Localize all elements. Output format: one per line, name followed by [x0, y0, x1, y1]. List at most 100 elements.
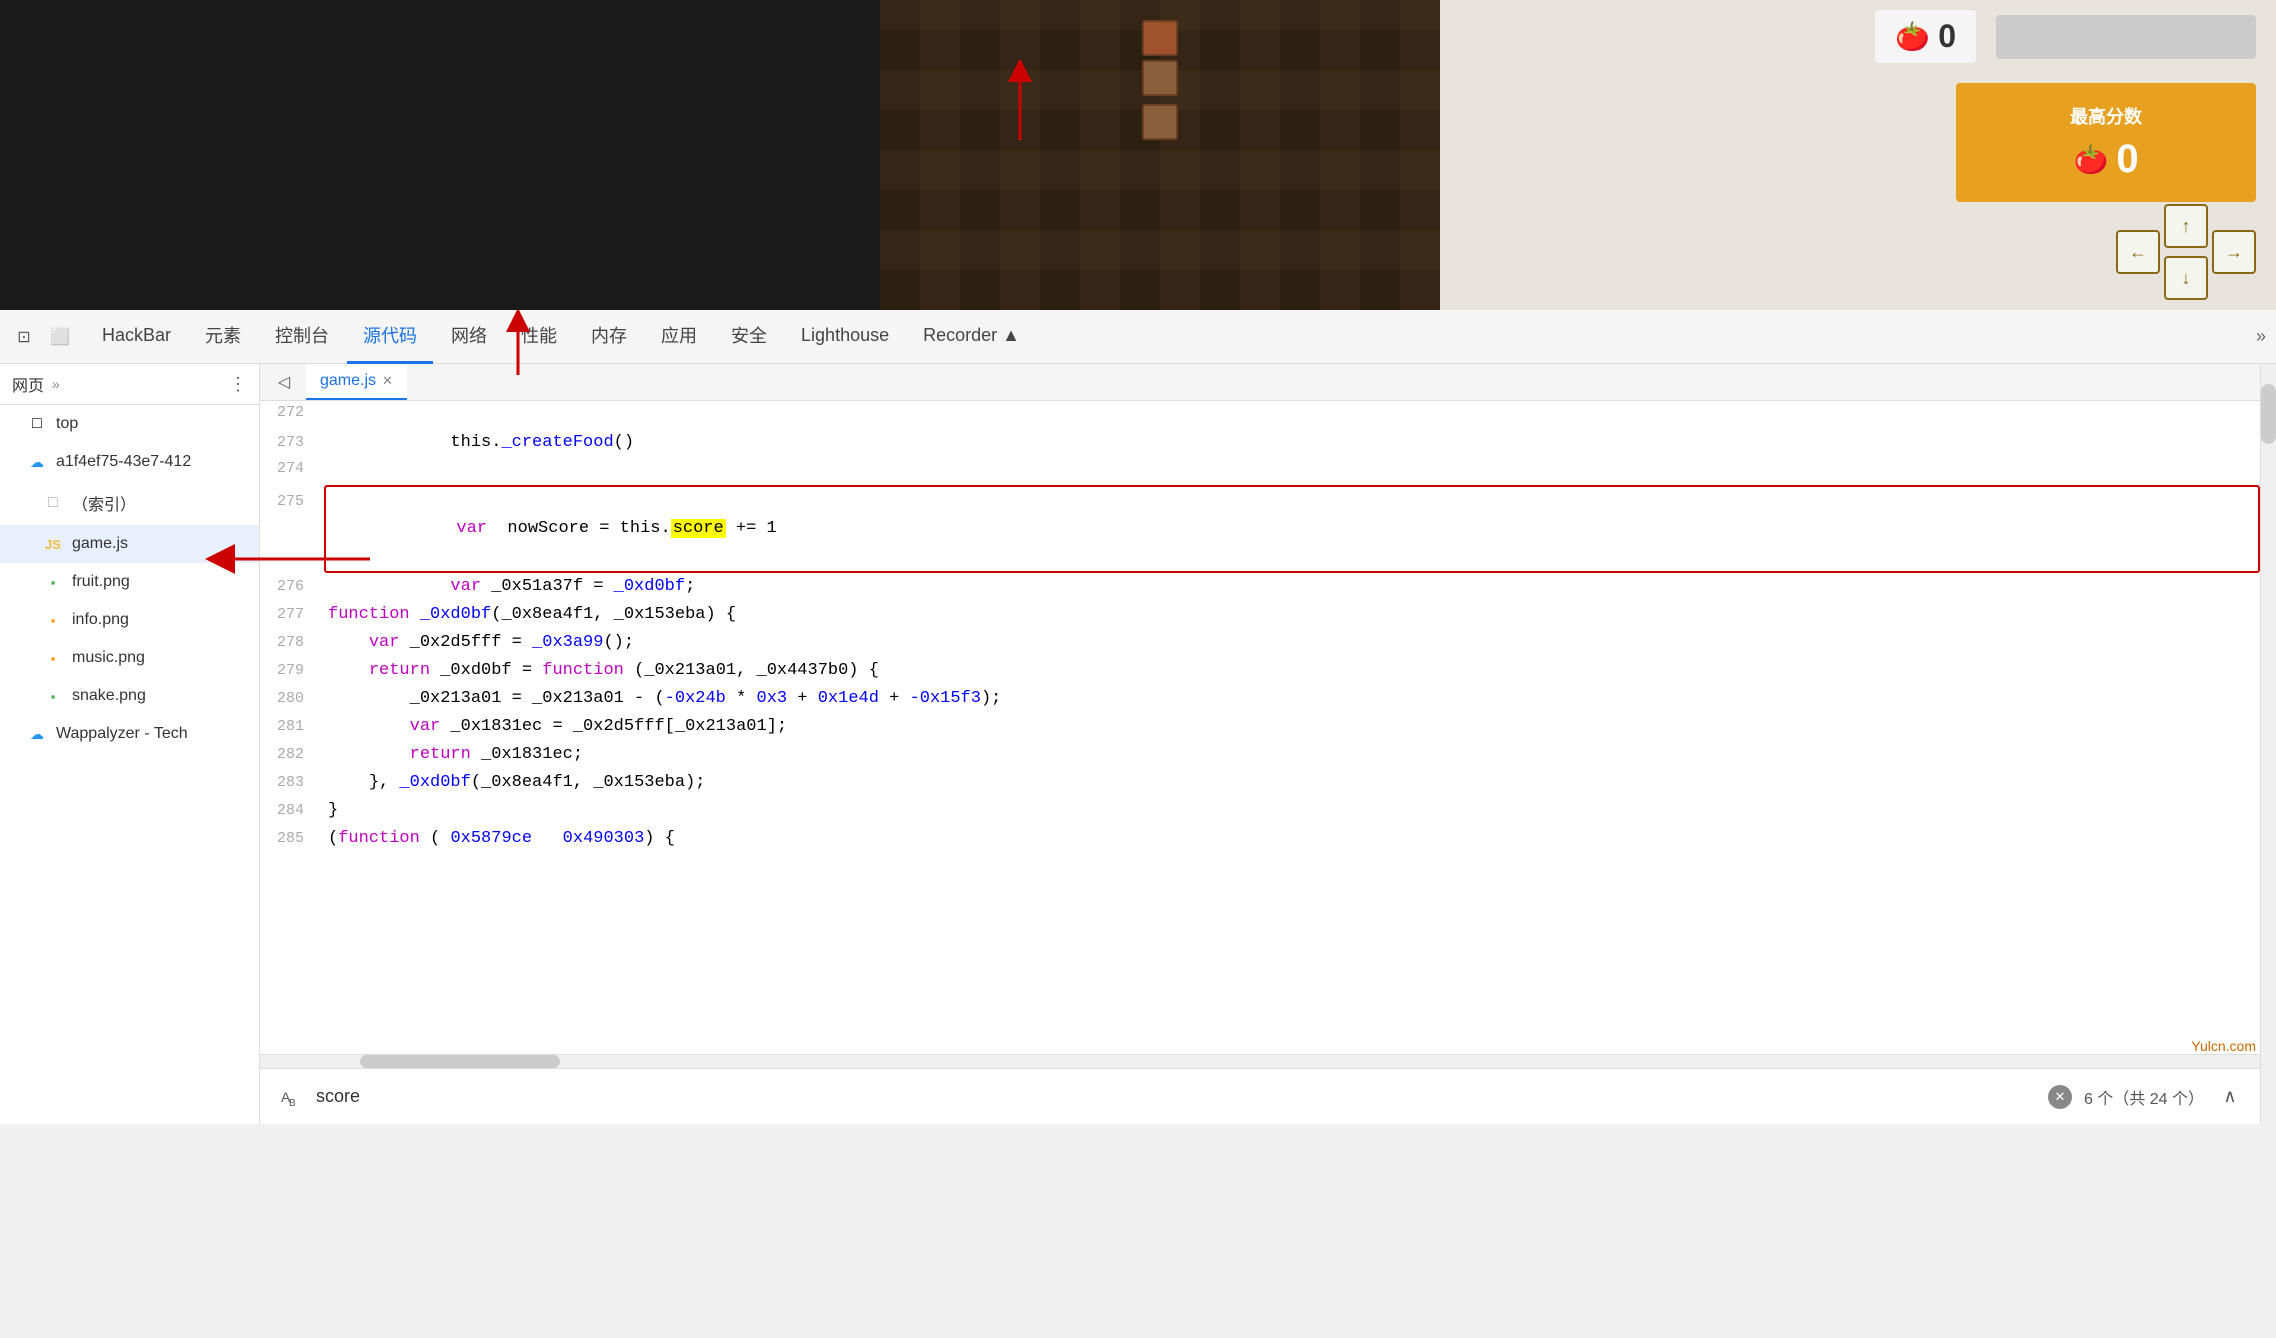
- devtools-icon-pointer[interactable]: ⊡: [10, 323, 38, 351]
- file-musicpng-icon: ▪: [44, 649, 62, 667]
- tab-recorder[interactable]: Recorder ▲: [907, 310, 1036, 364]
- code-content-285: (function ( 0x5879ce 0x490303) {: [320, 825, 2260, 852]
- line-num-280: 280: [260, 687, 320, 711]
- code-line-276: 276 var _0x51a37f = _0xd0bf;: [260, 573, 2260, 601]
- top-label: top: [56, 415, 78, 433]
- devtools-body: 网页 » ⋮ □ top ☁ a1f4ef75-43e7-412 □ （索引） …: [0, 364, 2276, 1124]
- code-line-282: 282 return _0x1831ec;: [260, 741, 2260, 769]
- tab-performance[interactable]: 性能: [505, 310, 573, 364]
- tab-more[interactable]: »: [2256, 326, 2266, 347]
- editor-tab-gamejs[interactable]: game.js ✕: [306, 364, 407, 400]
- ctrl-btn-right[interactable]: →: [2212, 230, 2256, 274]
- line-num-275: 275: [260, 490, 320, 514]
- gamejs-label: game.js: [72, 535, 128, 553]
- tab-memory[interactable]: 内存: [575, 310, 643, 364]
- code-content-273: this._createFood(): [320, 429, 2260, 456]
- search-clear-button[interactable]: ✕: [2048, 1085, 2072, 1109]
- top-score-row: 🍅 0: [2073, 137, 2138, 182]
- cloud-icon-wap: ☁: [28, 725, 46, 743]
- tab-console[interactable]: 控制台: [259, 310, 345, 364]
- tab-elements[interactable]: 元素: [189, 310, 257, 364]
- line-num-274: 274: [260, 457, 320, 481]
- tomato-icon: 🍅: [1895, 20, 1930, 53]
- editor-tab-label: game.js: [320, 372, 376, 390]
- tab-network[interactable]: 网络: [435, 310, 503, 364]
- ctrl-btn-left[interactable]: ←: [2116, 230, 2160, 274]
- line-num-278: 278: [260, 631, 320, 655]
- current-score-value: 0: [1938, 18, 1956, 55]
- sidebar-item-fruitpng[interactable]: ▪ fruit.png: [0, 563, 259, 601]
- line-num-277: 277: [260, 603, 320, 627]
- snake-preview: [1142, 20, 1178, 140]
- search-icon: A B: [276, 1083, 304, 1111]
- tab-lighthouse[interactable]: Lighthouse: [785, 310, 905, 364]
- code-line-275: 275 var nowScore = this.score += 1: [260, 485, 2260, 573]
- sidebar-item-index[interactable]: □ （索引）: [0, 481, 259, 525]
- sidebar-item-musicpng[interactable]: ▪ music.png: [0, 639, 259, 677]
- tab-application[interactable]: 应用: [645, 310, 713, 364]
- ctrl-btn-down[interactable]: ↓: [2164, 256, 2208, 300]
- search-input[interactable]: [316, 1086, 2036, 1107]
- top-score-label: 最高分数: [2070, 103, 2142, 129]
- watermark: Yulcn.com: [2191, 1038, 2256, 1054]
- sidebar-header: 网页 » ⋮: [0, 364, 259, 405]
- code-line-280: 280 _0x213a01 = _0x213a01 - (-0x24b * 0x…: [260, 685, 2260, 713]
- musicpng-label: music.png: [72, 649, 145, 667]
- sidebar-item-gamejs[interactable]: JS game.js: [0, 525, 259, 563]
- code-content-283: }, _0xd0bf(_0x8ea4f1, _0x153eba);: [320, 769, 2260, 796]
- ctrl-btn-up[interactable]: ↑: [2164, 204, 2208, 248]
- code-content-278: var _0x2d5fff = _0x3a99();: [320, 629, 2260, 656]
- sidebar-menu-icon[interactable]: ⋮: [229, 374, 247, 395]
- line-num-273: 273: [260, 431, 320, 455]
- file-fruitpng-icon: ▪: [44, 573, 62, 591]
- code-editor: ◁ game.js ✕ 272 273 this._createFood(): [260, 364, 2260, 1124]
- file-snakepng-icon: ▪: [44, 687, 62, 705]
- line-num-272: 272: [260, 401, 320, 425]
- editor-sidebar-toggle[interactable]: ◁: [270, 368, 298, 396]
- placeholder-box: [1996, 15, 2256, 59]
- code-line-281: 281 var _0x1831ec = _0x2d5fff[_0x213a01]…: [260, 713, 2260, 741]
- sidebar-item-wappalyzer[interactable]: ☁ Wappalyzer - Tech: [0, 715, 259, 753]
- tomato-icon-top: 🍅: [2073, 143, 2108, 176]
- svg-text:B: B: [289, 1098, 296, 1106]
- sidebar-expand-icon[interactable]: »: [52, 376, 60, 392]
- vertical-scrollbar[interactable]: [2260, 364, 2276, 1124]
- horizontal-scrollbar[interactable]: [260, 1054, 2260, 1068]
- sidebar-item-infopng[interactable]: ▪ info.png: [0, 601, 259, 639]
- wappalyzer-label: Wappalyzer - Tech: [56, 725, 188, 743]
- snake-block-3: [1142, 104, 1178, 140]
- devtools-wrapper: ⊡ ⬜ HackBar 元素 控制台 源代码 网络 性能 内存 应用 安全 Li…: [0, 310, 2276, 1124]
- top-score-value: 0: [2116, 137, 2138, 182]
- code-content-276: var _0x51a37f = _0xd0bf;: [320, 573, 2260, 600]
- canvas-arrow: [1000, 60, 1040, 140]
- code-area[interactable]: 272 273 this._createFood() 274 275: [260, 401, 2260, 1054]
- tab-hackbar[interactable]: HackBar: [86, 310, 187, 364]
- tab-security[interactable]: 安全: [715, 310, 783, 364]
- score-row: 🍅 0: [1875, 10, 2256, 63]
- fruitpng-label: fruit.png: [72, 573, 130, 591]
- devtools-icon-group: ⊡ ⬜: [10, 323, 74, 351]
- code-content-277: function _0xd0bf(_0x8ea4f1, _0x153eba) {: [320, 601, 2260, 628]
- line-num-281: 281: [260, 715, 320, 739]
- sidebar-item-snakepng[interactable]: ▪ snake.png: [0, 677, 259, 715]
- line-num-282: 282: [260, 743, 320, 767]
- code-line-278: 278 var _0x2d5fff = _0x3a99();: [260, 629, 2260, 657]
- editor-tab-close[interactable]: ✕: [382, 373, 393, 389]
- editor-tabs: ◁ game.js ✕: [260, 364, 2260, 401]
- code-line-279: 279 return _0xd0bf = function (_0x213a01…: [260, 657, 2260, 685]
- game-preview-area: 🍅 0 最高分数 🍅 0 ← ↑ ↓ →: [0, 0, 2276, 310]
- code-line-274: 274: [260, 457, 2260, 485]
- sidebar-item-top[interactable]: □ top: [0, 405, 259, 443]
- top-score-box: 最高分数 🍅 0: [1956, 83, 2256, 202]
- code-content-281: var _0x1831ec = _0x2d5fff[_0x213a01];: [320, 713, 2260, 740]
- line-num-283: 283: [260, 771, 320, 795]
- a1f4-label: a1f4ef75-43e7-412: [56, 453, 191, 471]
- search-scroll-up[interactable]: ∧: [2216, 1083, 2244, 1111]
- code-line-272: 272: [260, 401, 2260, 429]
- code-line-273: 273 this._createFood(): [260, 429, 2260, 457]
- tab-sources[interactable]: 源代码: [347, 310, 433, 364]
- code-content-280: _0x213a01 = _0x213a01 - (-0x24b * 0x3 + …: [320, 685, 2260, 712]
- devtools-icon-device[interactable]: ⬜: [46, 323, 74, 351]
- current-score-box: 🍅 0: [1875, 10, 1976, 63]
- sidebar-item-a1f4[interactable]: ☁ a1f4ef75-43e7-412: [0, 443, 259, 481]
